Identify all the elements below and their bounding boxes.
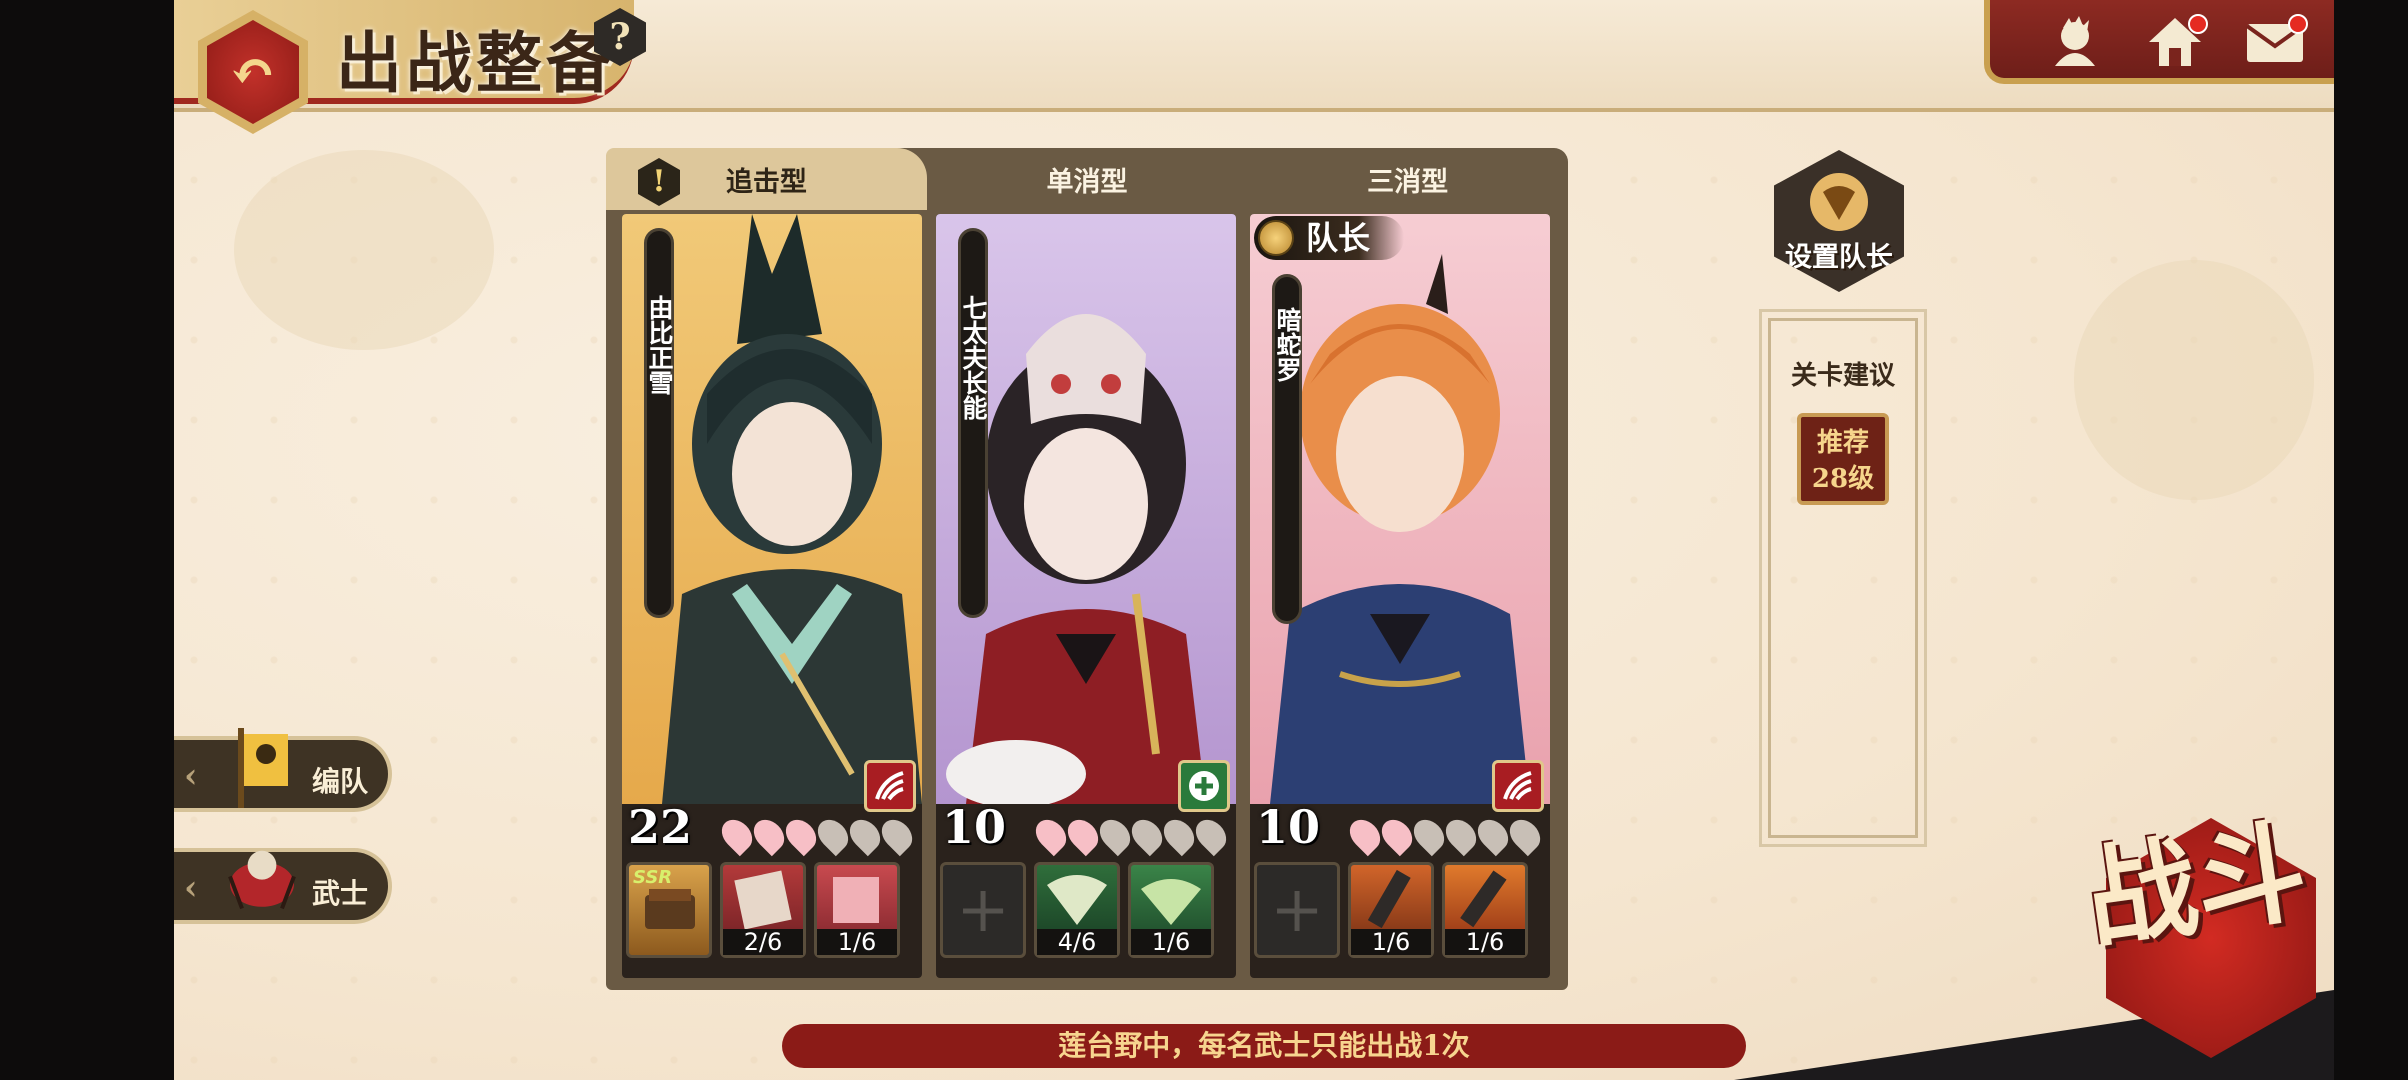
equipment-slot[interactable]: 1/6 [1348, 862, 1434, 958]
slot-progress: 1/6 [1445, 929, 1525, 955]
chevron-left-icon: ‹ [184, 868, 198, 908]
empty-slot-plus-icon[interactable]: + [1254, 862, 1340, 958]
floral-decoration [234, 150, 494, 350]
petal-icon [1029, 813, 1073, 857]
equipment-slot[interactable]: 4/6 [1034, 862, 1120, 958]
star-petals [1029, 813, 1233, 857]
top-right-menu [1984, 0, 2334, 84]
character-card[interactable]: 由比正雪 22 SSR 2/6 1/6 [622, 214, 922, 978]
petal-icon [1407, 813, 1451, 857]
floral-decoration [2074, 260, 2314, 500]
character-card[interactable]: 七太夫长能 10 + 4/6 1/6 [936, 214, 1236, 978]
rarity-badge: SSR [633, 867, 673, 888]
captain-badge: 队长 [1254, 216, 1404, 260]
captain-label: 队长 [1306, 219, 1371, 257]
petal-icon [779, 813, 823, 857]
slot-progress: 1/6 [1351, 929, 1431, 955]
samurai-label: 武士 [312, 877, 369, 910]
empty-slot-plus-icon[interactable]: + [940, 862, 1026, 958]
petal-icon [1093, 813, 1137, 857]
home-icon[interactable] [2140, 10, 2210, 74]
equipment-slots: + 1/6 1/6 [1254, 862, 1528, 958]
tab-chase-type[interactable]: ! 追击型 [606, 148, 927, 210]
tab-label: 单消型 [1046, 167, 1128, 198]
petal-icon [875, 813, 919, 857]
character-name: 七太夫长能 [958, 228, 988, 618]
equipment-slot[interactable]: 2/6 [720, 862, 806, 958]
slot-progress: 2/6 [723, 929, 803, 955]
recommended-level-badge: 推荐 28级 [1797, 413, 1889, 505]
warning-icon: ! [638, 158, 680, 206]
battle-button[interactable]: 战斗 [2078, 806, 2328, 1080]
tab-single-type[interactable]: 单消型 [927, 148, 1248, 210]
chevron-left-icon: ‹ [184, 756, 198, 796]
equipment-slot[interactable]: 1/6 [1442, 862, 1528, 958]
equipment-slots: + 4/6 1/6 [940, 862, 1214, 958]
petal-icon [1375, 813, 1419, 857]
back-arrow-icon: ↶ [207, 20, 299, 124]
samurai-button[interactable]: ‹ 武士 [174, 848, 392, 924]
petal-icon [1061, 813, 1105, 857]
character-card[interactable]: 队长 暗蛇罗 10 + 1/6 1/6 [1250, 214, 1550, 978]
petal-icon [843, 813, 887, 857]
attribute-icon [864, 760, 916, 812]
character-level: 10 [1256, 800, 1321, 854]
formation-button[interactable]: ‹ 编队 [174, 728, 392, 812]
role-tabs: ! 追击型 单消型 三消型 [606, 148, 1568, 210]
mail-icon[interactable] [2240, 10, 2310, 74]
tab-label: 追击型 [725, 167, 807, 198]
petal-icon [1157, 813, 1201, 857]
character-level: 22 [628, 800, 693, 854]
tab-triple-type[interactable]: 三消型 [1247, 148, 1568, 210]
stage-advice-panel: 关卡建议 推荐 28级 [1759, 309, 1927, 847]
captain-coin-icon [1258, 220, 1294, 256]
character-name: 暗蛇罗 [1272, 274, 1302, 624]
captain-fan-icon [1810, 173, 1868, 231]
equipment-slot[interactable]: 1/6 [1128, 862, 1214, 958]
petal-icon [1343, 813, 1387, 857]
petal-icon [1439, 813, 1483, 857]
petal-icon [747, 813, 791, 857]
formation-label: 编队 [312, 765, 369, 798]
star-petals [1343, 813, 1547, 857]
petal-icon [1503, 813, 1547, 857]
battle-label: 战斗 [2078, 806, 2315, 965]
banner-icon [226, 722, 298, 810]
notification-dot [2188, 14, 2208, 34]
game-screen: ↶ 出战整备 ? ! 追击型 单消型 三消型 由比正雪 22 SSR 2/6 1… [174, 0, 2334, 1080]
tab-label: 三消型 [1367, 167, 1449, 198]
slot-progress: 4/6 [1037, 929, 1117, 955]
equipment-slots: SSR 2/6 1/6 [626, 862, 900, 958]
advice-title: 关卡建议 [1790, 361, 1895, 391]
character-name: 由比正雪 [644, 228, 674, 618]
rec-level: 28级 [1811, 464, 1875, 494]
slot-progress: 1/6 [1131, 929, 1211, 955]
equipment-slot[interactable]: SSR [626, 862, 712, 958]
heal-plus-icon [1178, 760, 1230, 812]
star-petals [715, 813, 919, 857]
petal-icon [1471, 813, 1515, 857]
slot-progress: 1/6 [817, 929, 897, 955]
character-level: 10 [942, 800, 1007, 854]
petal-icon [811, 813, 855, 857]
petal-icon [1189, 813, 1233, 857]
rule-notice: 莲台野中，每名武士只能出战1次 [782, 1024, 1746, 1068]
team-panel: ! 追击型 单消型 三消型 由比正雪 22 SSR 2/6 1/6 七太夫长能 … [606, 148, 1568, 990]
set-captain-label: 设置队长 [1785, 242, 1893, 273]
attribute-icon [1492, 760, 1544, 812]
notification-dot [2288, 14, 2308, 34]
character-icon[interactable] [2040, 10, 2110, 74]
petal-icon [715, 813, 759, 857]
petal-icon [1125, 813, 1169, 857]
samurai-helmet-icon [226, 834, 298, 922]
page-title: 出战整备 [336, 24, 616, 102]
equipment-slot[interactable]: 1/6 [814, 862, 900, 958]
rec-label: 推荐 [1816, 428, 1869, 458]
